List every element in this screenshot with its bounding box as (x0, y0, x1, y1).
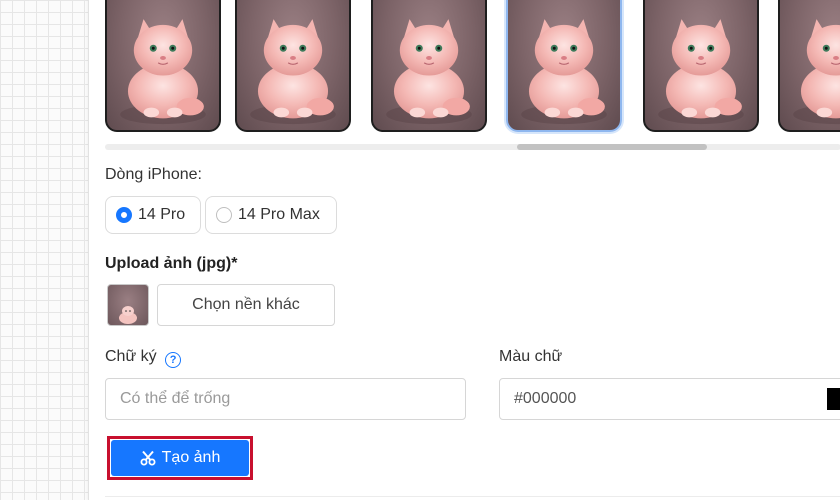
form-panel: Dòng iPhone: 14 Pro 14 Pro Max Upload ản… (88, 0, 840, 500)
uploaded-image-preview[interactable] (107, 284, 149, 326)
text-color-input[interactable] (499, 378, 840, 420)
thumbnail-scrollbar-thumb[interactable] (517, 144, 707, 150)
radio-option-14-pro-max[interactable]: 14 Pro Max (205, 196, 337, 234)
color-swatch[interactable] (827, 388, 840, 410)
radio-option-14-pro[interactable]: 14 Pro (105, 196, 201, 234)
background-thumbnail[interactable] (371, 0, 487, 132)
create-button-label: Tạo ảnh (161, 449, 221, 466)
background-thumbnail-selected[interactable] (506, 0, 622, 132)
upload-label: Upload ảnh (jpg)* (105, 255, 238, 272)
thumbnail-scrollbar-track[interactable] (105, 144, 840, 150)
background-thumbnail[interactable] (778, 0, 840, 132)
background-thumbnail[interactable] (235, 0, 351, 132)
choose-background-button[interactable]: Chọn nền khác (157, 284, 335, 326)
signature-label-row: Chữ ký ? (105, 348, 182, 368)
divider (105, 496, 840, 497)
background-thumbnail[interactable] (643, 0, 759, 132)
radio-checked-icon (116, 207, 132, 223)
background-thumbnail[interactable] (105, 0, 221, 132)
signature-label: Chữ ký (105, 348, 157, 365)
text-color-label: Màu chữ (499, 348, 563, 365)
create-image-button[interactable]: Tạo ảnh (111, 440, 249, 476)
radio-option-label: 14 Pro Max (238, 206, 320, 223)
background-thumbnail-strip (105, 0, 840, 136)
question-circle-icon[interactable]: ? (165, 352, 182, 368)
scissors-icon (140, 450, 156, 466)
radio-option-label: 14 Pro (138, 206, 186, 223)
signature-input[interactable] (105, 378, 466, 420)
radio-unchecked-icon (216, 207, 232, 223)
form-content: Dòng iPhone: 14 Pro 14 Pro Max Upload ản… (105, 0, 840, 500)
phone-line-label: Dòng iPhone: (105, 166, 202, 183)
